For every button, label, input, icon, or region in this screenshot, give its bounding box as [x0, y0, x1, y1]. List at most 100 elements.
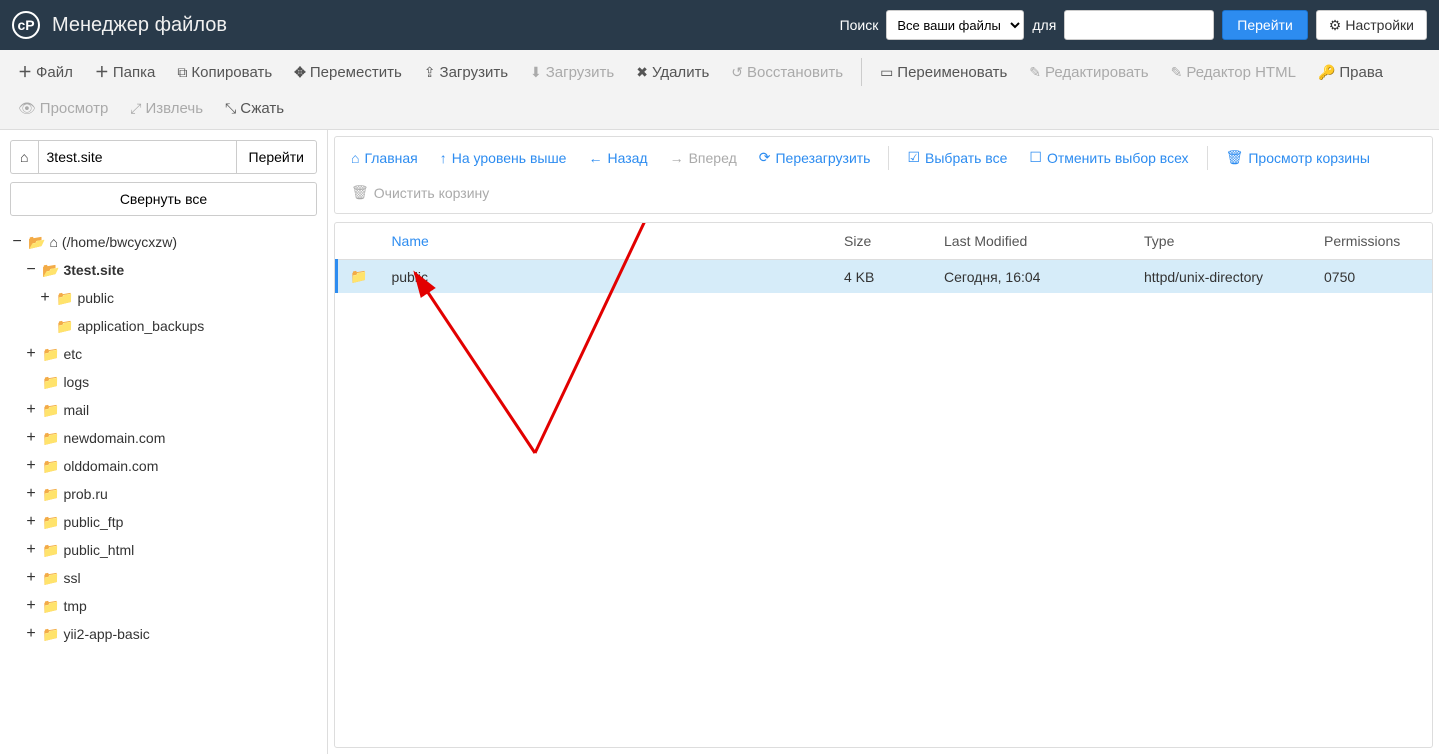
key-icon: 🔑 [1318, 64, 1335, 81]
home-button[interactable]: ⌂ [10, 140, 38, 174]
empty-trash-button[interactable]: 🗑Очистить корзину [341, 176, 499, 209]
sidebar: ⌂ Перейти Свернуть все − 📂 ⌂ (/home/bwcy… [0, 130, 328, 754]
tree-item-etc[interactable]: +📁etc [24, 340, 317, 368]
nav-up-button[interactable]: ↑На уровень выше [430, 142, 577, 174]
tree-item-logs[interactable]: 📁logs [24, 368, 317, 396]
plus-icon: ＋ [95, 62, 109, 82]
plus-icon: + [24, 424, 38, 452]
toolbar-separator [861, 58, 862, 86]
folder-icon: 📁 [42, 426, 59, 451]
folder-icon: 📁 [42, 398, 59, 423]
tree-item-3test-site[interactable]: − 📂 3test.site [24, 256, 317, 284]
tree-item-public-html[interactable]: +📁public_html [24, 536, 317, 564]
plus-icon: + [24, 452, 38, 480]
upload-icon: ⇪ [424, 64, 436, 81]
folder-icon: 📁 [42, 370, 59, 395]
content-pane: ⌂Главная ↑На уровень выше ←Назад →Вперед… [328, 130, 1439, 754]
col-modified[interactable]: Last Modified [932, 223, 1132, 260]
folder-icon: 📁 [42, 566, 59, 591]
folder-icon: 📁 [42, 342, 59, 367]
file-table: Name Size Last Modified Type Permissions… [334, 222, 1433, 748]
download-icon: ⬇ [530, 64, 542, 81]
search-go-button[interactable]: Перейти [1222, 10, 1307, 40]
col-perms[interactable]: Permissions [1312, 223, 1432, 260]
folder-icon: 📁 [42, 538, 59, 563]
html-editor-button[interactable]: ✎Редактор HTML [1161, 56, 1306, 89]
tree-item-prob-ru[interactable]: +📁prob.ru [24, 480, 317, 508]
path-input[interactable] [38, 140, 236, 174]
home-icon: ⌂ [351, 150, 359, 166]
download-button[interactable]: ⬇Загрузить [520, 56, 624, 89]
home-icon: ⌂ [20, 149, 28, 165]
move-button[interactable]: ✥Переместить [284, 56, 412, 89]
search-input[interactable] [1064, 10, 1214, 40]
undo-icon: ↺ [731, 64, 743, 81]
nav-back-button[interactable]: ←Назад [578, 142, 657, 174]
col-type[interactable]: Type [1132, 223, 1312, 260]
trash-icon: 🗑 [1226, 149, 1244, 166]
cell-name: public [379, 260, 832, 294]
new-file-button[interactable]: ＋Файл [8, 54, 83, 90]
restore-button[interactable]: ↺Восстановить [721, 56, 853, 89]
unselect-all-button[interactable]: ☐Отменить выбор всех [1019, 141, 1198, 174]
plus-icon: ＋ [18, 62, 32, 82]
tree-item-yii2[interactable]: +📁yii2-app-basic [24, 620, 317, 648]
tree-item-newdomain[interactable]: +📁newdomain.com [24, 424, 317, 452]
tree-item-tmp[interactable]: +📁tmp [24, 592, 317, 620]
col-size[interactable]: Size [832, 223, 932, 260]
gear-icon: ⚙ [1329, 17, 1342, 34]
permissions-button[interactable]: 🔑Права [1308, 56, 1393, 89]
minus-icon: − [24, 256, 38, 284]
copy-button[interactable]: ⧉Копировать [167, 56, 282, 89]
cell-modified: Сегодня, 16:04 [932, 260, 1132, 294]
settings-button[interactable]: ⚙ Настройки [1316, 10, 1427, 40]
extract-button[interactable]: ⤢Извлечь [120, 92, 213, 125]
top-bar: cP Менеджер файлов Поиск Все ваши файлы … [0, 0, 1439, 50]
compress-button[interactable]: ⤡Сжать [215, 92, 294, 125]
tree-item-ssl[interactable]: +📁ssl [24, 564, 317, 592]
upload-button[interactable]: ⇪Загрузить [414, 56, 518, 89]
tree-item-public-ftp[interactable]: +📁public_ftp [24, 508, 317, 536]
col-name[interactable]: Name [379, 223, 832, 260]
nav-separator [888, 146, 889, 170]
folder-icon: 📁 [350, 268, 367, 284]
new-folder-button[interactable]: ＋Папка [85, 54, 165, 90]
uncheck-icon: ☐ [1029, 149, 1042, 166]
move-icon: ✥ [294, 64, 306, 81]
folder-icon: 📁 [42, 594, 59, 619]
minus-icon: − [10, 228, 24, 256]
plus-icon: + [24, 592, 38, 620]
select-all-button[interactable]: ☑Выбрать все [897, 141, 1017, 174]
folder-icon: 📁 [56, 286, 73, 311]
cell-size: 4 KB [832, 260, 932, 294]
folder-tree: − 📂 ⌂ (/home/bwcycxzw) − 📂 3test.site [10, 228, 317, 648]
path-go-button[interactable]: Перейти [236, 140, 317, 174]
nav-reload-button[interactable]: ⟳Перезагрузить [749, 141, 881, 174]
table-row[interactable]: 📁 public 4 KB Сегодня, 16:04 httpd/unix-… [337, 260, 1433, 294]
search-for-label: для [1032, 17, 1056, 33]
folder-icon: 📁 [42, 622, 59, 647]
tree-item-application-backups[interactable]: 📁 application_backups [38, 312, 317, 340]
rename-button[interactable]: ▭Переименовать [870, 56, 1017, 89]
pencil-icon: ✎ [1171, 64, 1183, 81]
table-header-row: Name Size Last Modified Type Permissions [337, 223, 1433, 260]
nav-forward-button[interactable]: →Вперед [660, 142, 747, 174]
view-trash-button[interactable]: 🗑Просмотр корзины [1216, 141, 1380, 174]
nav-strip: ⌂Главная ↑На уровень выше ←Назад →Вперед… [334, 136, 1433, 214]
folder-icon: 📁 [42, 482, 59, 507]
tree-root[interactable]: − 📂 ⌂ (/home/bwcycxzw) [10, 228, 317, 256]
delete-button[interactable]: ✖Удалить [626, 56, 719, 89]
view-button[interactable]: 👁Просмотр [8, 92, 118, 125]
nav-home-button[interactable]: ⌂Главная [341, 142, 428, 174]
reload-icon: ⟳ [759, 149, 771, 166]
expand-icon: ⤢ [130, 100, 141, 117]
tree-item-olddomain[interactable]: +📁olddomain.com [24, 452, 317, 480]
tree-item-mail[interactable]: +📁mail [24, 396, 317, 424]
edit-button[interactable]: ✎Редактировать [1019, 56, 1158, 89]
search-scope-select[interactable]: Все ваши файлы [886, 10, 1024, 40]
trash-icon: 🗑 [351, 184, 369, 201]
main-toolbar: ＋Файл ＋Папка ⧉Копировать ✥Переместить ⇪З… [0, 50, 1439, 130]
pencil-icon: ✎ [1029, 64, 1041, 81]
collapse-all-button[interactable]: Свернуть все [10, 182, 317, 216]
tree-item-public[interactable]: + 📁 public [38, 284, 317, 312]
